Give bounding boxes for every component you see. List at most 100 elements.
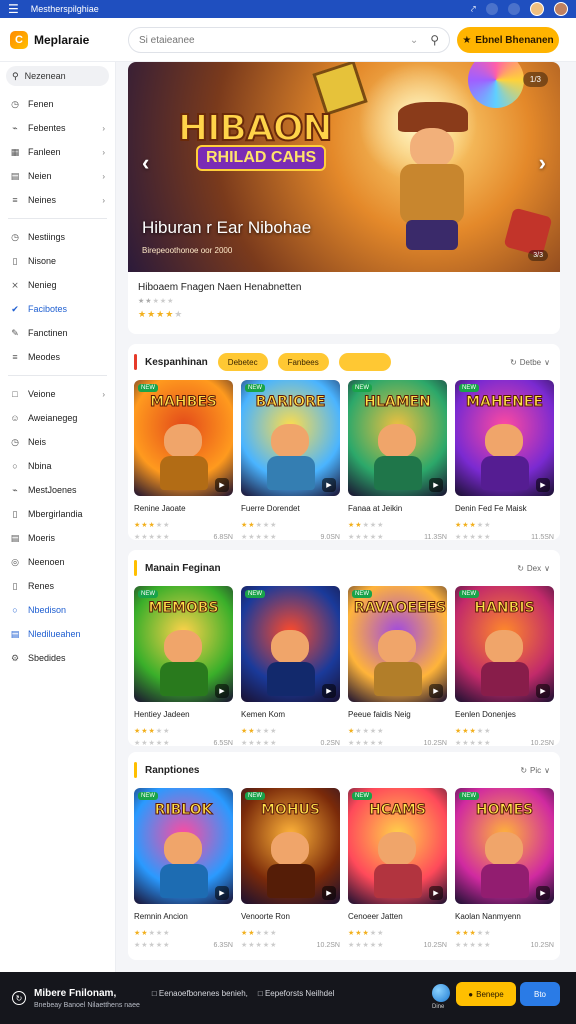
hero-prev-arrow-icon[interactable]: ‹ <box>142 150 149 176</box>
game-thumbnail[interactable]: NEW HCAMS ▶ <box>348 788 447 904</box>
play-icon[interactable]: ▶ <box>429 478 443 492</box>
game-name[interactable]: Denin Fed Fe Maisk <box>455 504 554 513</box>
game-thumbnail[interactable]: NEW HANBIS ▶ <box>455 586 554 702</box>
play-icon[interactable]: ▶ <box>215 478 229 492</box>
search-input[interactable] <box>139 34 410 46</box>
game-thumbnail[interactable]: NEW HOMES ▶ <box>455 788 554 904</box>
game-card[interactable]: NEW ▶ Kemen Kom ★★★★★ ★★★★★ 0.2SN <box>241 586 340 747</box>
section-more-link[interactable]: ↻ Detbe ∨ <box>510 358 554 367</box>
play-icon[interactable]: ▶ <box>322 684 336 698</box>
game-name[interactable]: Hentiey Jadeen <box>134 710 233 719</box>
sidebar-item[interactable]: ◷ Neis <box>6 430 109 454</box>
game-name[interactable]: Fuerre Dorendet <box>241 504 340 513</box>
sidebar-item[interactable]: ▯ Mbergirlandia <box>6 502 109 526</box>
chevron-down-icon[interactable]: ⌄ <box>410 35 418 46</box>
play-icon[interactable]: ▶ <box>429 886 443 900</box>
play-icon[interactable]: ▶ <box>536 886 550 900</box>
game-card[interactable]: NEW RAVAOEEES ▶ Peeue faidis Neig ★★★★★ ★★★★★… <box>348 586 447 747</box>
collapse-icon[interactable]: ⤤ <box>471 4 476 15</box>
sidebar-item[interactable]: □ Veione › <box>6 382 109 406</box>
bottom-secondary-button[interactable]: Bto <box>520 982 560 1006</box>
hero-info-title[interactable]: Hiboaem Fnagen Naen Henabnetten <box>138 282 550 293</box>
app-logo[interactable]: C Meplaraie <box>0 30 120 49</box>
game-thumbnail[interactable]: NEW MAHENEE ▶ <box>455 380 554 496</box>
bottom-link-2[interactable]: □ Eepeforsts Neilhdel <box>258 989 334 998</box>
sidebar-item[interactable]: ▯ Renes <box>6 574 109 598</box>
filter-chip[interactable] <box>338 353 391 371</box>
play-icon[interactable]: ▶ <box>215 684 229 698</box>
game-thumbnail[interactable]: NEW RAVAOEEES ▶ <box>348 586 447 702</box>
sidebar-item[interactable]: ⌁ MestJoenes <box>6 478 109 502</box>
sidebar-item[interactable]: ▦ Fanleen › <box>6 140 109 164</box>
game-thumbnail[interactable]: NEW BARIORE ▶ <box>241 380 340 496</box>
game-card[interactable]: NEW HANBIS ▶ Eenlen Donenjes ★★★★★ ★★★★★ 10.2S… <box>455 586 554 747</box>
game-thumbnail[interactable]: NEW ▶ <box>241 586 340 702</box>
sidebar-item[interactable]: ○ Nbina <box>6 454 109 478</box>
game-name[interactable]: Cenoeer Jatten <box>348 912 447 921</box>
game-name[interactable]: Peeue faidis Neig <box>348 710 447 719</box>
menu-icon[interactable]: ☰ <box>8 2 19 16</box>
sidebar-item[interactable]: ≡ Meodes <box>6 345 109 369</box>
game-card[interactable]: NEW HLAMEN ▶ Fanaa at Jeikin ★★★★★ ★★★★★ 11.3S… <box>348 380 447 541</box>
filter-chip[interactable]: Fanbees <box>277 353 329 371</box>
game-thumbnail[interactable]: NEW MEMOBS ▶ <box>134 586 233 702</box>
sidebar-item[interactable]: ▤ Neien › <box>6 164 109 188</box>
game-card[interactable]: NEW MAHBES ▶ Renine Jaoate ★★★★★ ★★★★★ 6.8SN <box>134 380 233 541</box>
sidebar-search[interactable]: ⚲ Nezenean <box>6 66 109 86</box>
play-icon[interactable]: ▶ <box>536 478 550 492</box>
sidebar-item[interactable]: ▤ Moeris <box>6 526 109 550</box>
settings-icon[interactable] <box>508 3 520 15</box>
avatar-secondary[interactable] <box>554 2 568 16</box>
section-more-link[interactable]: ↻ Dex ∨ <box>517 564 554 573</box>
game-name[interactable]: Remnin Ancion <box>134 912 233 921</box>
play-icon[interactable]: ▶ <box>429 684 443 698</box>
sidebar-item[interactable]: ▯ Nisone <box>6 249 109 273</box>
bottom-primary-button[interactable]: ● Benepe <box>456 982 516 1006</box>
section-more-link[interactable]: ↻ Pic ∨ <box>520 766 554 775</box>
play-icon[interactable]: ▶ <box>215 886 229 900</box>
avatar[interactable] <box>530 2 544 16</box>
game-card[interactable]: NEW HOMES ▶ Kaolan Nanmyenn ★★★★★ ★★★★★ 10.2SN <box>455 788 554 949</box>
game-card[interactable]: NEW BARIORE ▶ Fuerre Dorendet ★★★★★ ★★★★★ 9.0S… <box>241 380 340 541</box>
game-thumbnail[interactable]: NEW MAHBES ▶ <box>134 380 233 496</box>
hero-banner[interactable]: HIBAON RHILAD CAHS ‹ › 1/3 Hiburan r Ear… <box>128 62 560 272</box>
sidebar-item[interactable]: ☺ Aweianegeg <box>6 406 109 430</box>
game-name[interactable]: Venoorte Ron <box>241 912 340 921</box>
game-thumbnail[interactable]: NEW HLAMEN ▶ <box>348 380 447 496</box>
game-card[interactable]: NEW HCAMS ▶ Cenoeer Jatten ★★★★★ ★★★★★ 10.2SN <box>348 788 447 949</box>
play-icon[interactable]: ▶ <box>322 478 336 492</box>
sidebar-item[interactable]: ✔ Facibotes <box>6 297 109 321</box>
game-name[interactable]: Eenlen Donenjes <box>455 710 554 719</box>
hero-next-arrow-icon[interactable]: › <box>539 150 546 176</box>
sidebar-item[interactable]: ⨯ Nenieg <box>6 273 109 297</box>
filter-chip[interactable]: Debetec <box>217 353 268 371</box>
sidebar-item-label: Neis <box>28 437 47 447</box>
sidebar-item[interactable]: ✎ Fanctinen <box>6 321 109 345</box>
globe-icon[interactable] <box>432 984 450 1002</box>
game-card[interactable]: NEW RIBLOK ▶ Remnin Ancion ★★★★★ ★★★★★ 6.3SN <box>134 788 233 949</box>
play-icon[interactable]: ▶ <box>322 886 336 900</box>
game-name[interactable]: Kaolan Nanmyenn <box>455 912 554 921</box>
header-cta-button[interactable]: ★ Ebnel Bhenanen <box>457 27 559 53</box>
game-card[interactable]: NEW MAHENEE ▶ Denin Fed Fe Maisk ★★★★★ ★★★★★ 1… <box>455 380 554 541</box>
game-name[interactable]: Kemen Kom <box>241 710 340 719</box>
play-icon[interactable]: ▶ <box>536 684 550 698</box>
sidebar-item[interactable]: ◷ Nestiings <box>6 225 109 249</box>
game-name[interactable]: Fanaa at Jeikin <box>348 504 447 513</box>
sidebar-item[interactable]: ▤ Nledilueahen <box>6 622 109 646</box>
game-card[interactable]: NEW MOHUS ▶ Venoorte Ron ★★★★★ ★★★★★ 10.2SN <box>241 788 340 949</box>
search-icon[interactable]: ⚲ <box>430 33 439 47</box>
sidebar-item[interactable]: ⚙ Sbedides <box>6 646 109 670</box>
info-icon[interactable]: ↻ <box>12 991 26 1005</box>
game-name[interactable]: Renine Jaoate <box>134 504 233 513</box>
game-thumbnail[interactable]: NEW RIBLOK ▶ <box>134 788 233 904</box>
sidebar-item[interactable]: ◷ Fenen <box>6 92 109 116</box>
sidebar-item[interactable]: ◎ Neenoen <box>6 550 109 574</box>
sidebar-item[interactable]: ○ Nbedison <box>6 598 109 622</box>
bottom-link-1[interactable]: □ Eenaoefbonenes benieh, <box>152 989 248 998</box>
notification-icon[interactable] <box>486 3 498 15</box>
game-card[interactable]: NEW MEMOBS ▶ Hentiey Jadeen ★★★★★ ★★★★★ 6.5SN <box>134 586 233 747</box>
sidebar-item[interactable]: ≡ Neines › <box>6 188 109 212</box>
sidebar-item[interactable]: ⌁ Febentes › <box>6 116 109 140</box>
game-thumbnail[interactable]: NEW MOHUS ▶ <box>241 788 340 904</box>
